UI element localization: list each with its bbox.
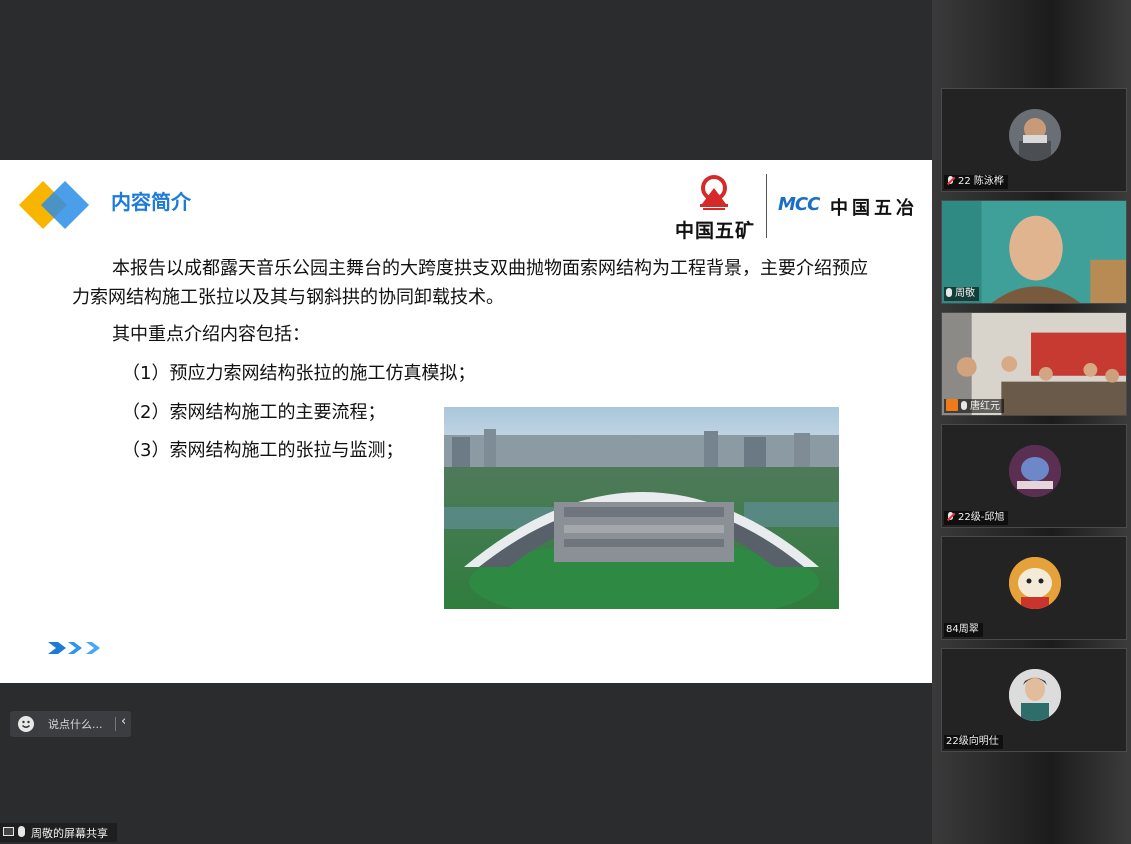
participant-name-tag: 周敬	[944, 287, 979, 301]
participant-name: 22级-邱旭	[958, 512, 1005, 523]
participant-tile[interactable]: 22级-邱旭	[941, 424, 1127, 528]
slide-sub-intro: 其中重点介绍内容包括：	[112, 324, 310, 345]
avatar	[1009, 669, 1061, 721]
screen-share-label: 周敬的屏幕共享	[31, 827, 108, 840]
slide-title: 内容简介	[111, 190, 191, 214]
chevron-left-icon[interactable]: ‹	[121, 714, 126, 729]
chat-input[interactable]: 说点什么...	[48, 716, 103, 732]
microphone-icon	[961, 401, 967, 410]
participant-name-tag: 22级向明仕	[944, 735, 1003, 749]
participant-name-tag: 84周翠	[944, 623, 983, 637]
participant-name: 唐红元	[970, 401, 1000, 412]
microphone-icon	[18, 826, 25, 837]
participant-tile[interactable]: 22级向明仕	[941, 648, 1127, 752]
smiley-icon[interactable]	[18, 716, 34, 732]
avatar	[1009, 557, 1061, 609]
minmetals-logo-text: 中国五矿	[674, 220, 755, 242]
meeting-window: 内容简介 中国五矿 MCC 中国五冶 本报告以成都露天音乐公园主舞台的大跨度拱支…	[0, 0, 1131, 844]
mcc-logo-text: 中国五冶	[830, 198, 918, 219]
participant-tile[interactable]: 22 陈泳桦	[941, 88, 1127, 192]
participant-tile[interactable]: 周敬	[941, 200, 1127, 304]
triple-chevron-right-icon	[48, 642, 100, 654]
stadium-aerial-photo	[444, 407, 839, 609]
logo-divider	[766, 174, 767, 238]
slide-list-item: （3）索网结构施工的张拉与监测；	[122, 440, 404, 461]
screen-share-icon	[3, 827, 14, 836]
slide-list-item: （1）预应力索网结构张拉的施工仿真模拟；	[122, 363, 476, 384]
host-badge-icon	[946, 399, 958, 411]
mic-muted-icon	[946, 512, 955, 521]
participant-tile[interactable]: 84周翠	[941, 536, 1127, 640]
participant-name: 22级向明仕	[946, 736, 999, 747]
minmetals-logo: 中国五矿	[672, 172, 758, 242]
microphone-icon	[946, 288, 952, 297]
mcc-logo-mark: MCC	[778, 194, 820, 215]
avatar	[1009, 109, 1061, 161]
participant-tile[interactable]: 唐红元	[941, 312, 1127, 416]
chat-divider	[115, 717, 116, 731]
participant-name: 周敬	[955, 288, 975, 299]
slide-list-item: （2）索网结构施工的主要流程；	[122, 402, 386, 423]
slide-paragraph: 本报告以成都露天音乐公园主舞台的大跨度拱支双曲抛物面索网结构为工程背景，主要介绍…	[72, 258, 868, 308]
participant-name-tag: 22 陈泳桦	[944, 175, 1008, 189]
minmetals-emblem-icon	[700, 175, 728, 210]
screen-share-indicator: 周敬的屏幕共享	[0, 823, 117, 842]
participant-name-tag: 22级-邱旭	[944, 511, 1009, 525]
participant-name-tag: 唐红元	[944, 399, 1004, 413]
mic-muted-icon	[946, 176, 955, 185]
avatar	[1009, 445, 1061, 497]
shared-slide: 内容简介 中国五矿 MCC 中国五冶 本报告以成都露天音乐公园主舞台的大跨度拱支…	[0, 160, 932, 683]
participant-name: 84周翠	[946, 624, 979, 635]
participant-name: 22 陈泳桦	[958, 176, 1004, 187]
chat-input-bar[interactable]: 说点什么... ‹	[10, 711, 131, 737]
